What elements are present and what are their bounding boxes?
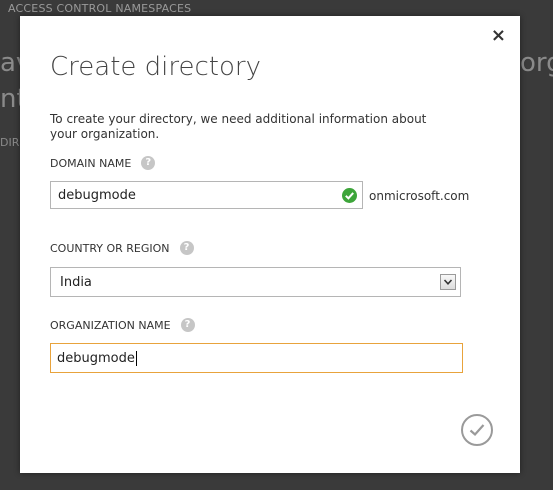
domain-name-value: debugmode bbox=[58, 187, 136, 203]
country-label-row: COUNTRY OR REGION ? bbox=[50, 241, 194, 255]
close-button[interactable]: × bbox=[491, 26, 506, 46]
country-label: COUNTRY OR REGION bbox=[50, 241, 170, 255]
help-icon[interactable]: ? bbox=[180, 318, 195, 332]
country-selected-value: India bbox=[60, 274, 92, 290]
dialog-title: Create directory bbox=[50, 52, 261, 82]
organization-name-input[interactable]: debugmode bbox=[50, 343, 463, 373]
help-icon[interactable]: ? bbox=[179, 241, 194, 255]
checkmark-icon[interactable] bbox=[468, 422, 486, 438]
domain-name-label: DOMAIN NAME bbox=[50, 156, 132, 170]
organization-label: ORGANIZATION NAME bbox=[50, 318, 171, 332]
background-heading-fragment: org bbox=[520, 48, 553, 78]
check-circle-icon bbox=[342, 188, 357, 203]
text-caret bbox=[135, 350, 137, 366]
background-heading-fragment: ave bbox=[0, 48, 20, 78]
create-directory-dialog: × Create directory To create your direct… bbox=[20, 16, 520, 473]
help-icon[interactable]: ? bbox=[141, 156, 156, 170]
domain-suffix: onmicrosoft.com bbox=[369, 189, 470, 203]
organization-label-row: ORGANIZATION NAME ? bbox=[50, 318, 195, 332]
background-subheading-fragment: DIR bbox=[0, 136, 20, 149]
chevron-down-icon[interactable] bbox=[440, 274, 456, 290]
background-heading-fragment: nte bbox=[0, 84, 20, 114]
close-icon[interactable]: × bbox=[491, 25, 506, 46]
domain-name-label-row: DOMAIN NAME ? bbox=[50, 156, 156, 170]
background-header-label: ACCESS CONTROL NAMESPACES bbox=[8, 2, 192, 15]
submit-button[interactable] bbox=[461, 414, 493, 446]
intro-text: To create your directory, we need additi… bbox=[50, 112, 427, 141]
organization-name-value: debugmode bbox=[57, 350, 135, 366]
country-select[interactable]: India bbox=[50, 267, 461, 297]
domain-name-input[interactable]: debugmode bbox=[50, 181, 363, 209]
